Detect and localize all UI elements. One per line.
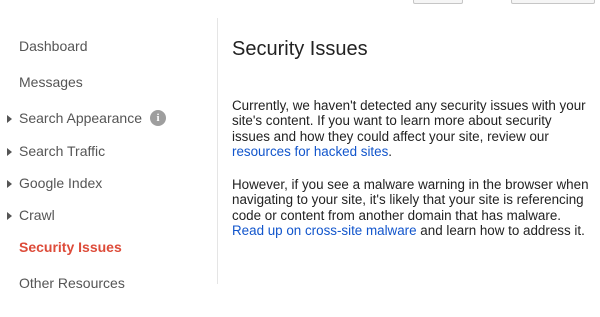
sidebar-item-label: Search Appearance [19, 110, 142, 126]
sidebar-item-other-resources[interactable]: Other Resources [0, 270, 217, 296]
sidebar-item-dashboard[interactable]: Dashboard [0, 33, 217, 59]
sidebar-item-messages[interactable]: Messages [0, 69, 217, 95]
sidebar-item-search-traffic[interactable]: Search Traffic [0, 138, 217, 164]
sidebar-item-label: Other Resources [19, 275, 125, 291]
sidebar-nav: Dashboard Messages Search Appearance i S… [0, 18, 218, 291]
page-title: Security Issues [232, 38, 368, 60]
cross-site-malware-link[interactable]: Read up on cross-site malware [232, 223, 417, 238]
sidebar-item-google-index[interactable]: Google Index [0, 170, 217, 196]
hacked-sites-resources-link[interactable]: resources for hacked sites [232, 144, 388, 159]
expand-arrow-icon [7, 115, 12, 123]
paragraph-text: . [388, 143, 393, 159]
sidebar-item-label: Dashboard [19, 38, 88, 54]
info-icon[interactable]: i [150, 110, 166, 126]
sidebar-item-security-issues[interactable]: Security Issues [0, 234, 217, 260]
top-toolbar-button[interactable] [413, 0, 463, 4]
paragraph-text: Currently, we haven't detected any secur… [232, 98, 586, 144]
sidebar-item-search-appearance[interactable]: Search Appearance i [0, 105, 217, 131]
sidebar-item-label: Messages [19, 74, 83, 90]
paragraph-text: However, if you see a malware warning in… [232, 177, 589, 223]
top-toolbar-button[interactable] [511, 0, 595, 4]
sidebar-item-crawl[interactable]: Crawl [0, 202, 217, 228]
sidebar-item-label: Google Index [19, 175, 103, 191]
expand-arrow-icon [7, 212, 12, 220]
security-status-paragraph: Currently, we haven't detected any secur… [232, 98, 592, 159]
expand-arrow-icon [7, 148, 12, 156]
sidebar-item-label: Security Issues [19, 239, 122, 255]
expand-arrow-icon [7, 180, 12, 188]
malware-warning-paragraph: However, if you see a malware warning in… [232, 177, 592, 238]
sidebar-item-label: Crawl [19, 207, 55, 223]
sidebar-item-label: Search Traffic [19, 143, 106, 159]
paragraph-text: and learn how to address it. [416, 222, 585, 238]
app-root: Dashboard Messages Search Appearance i S… [0, 0, 600, 317]
